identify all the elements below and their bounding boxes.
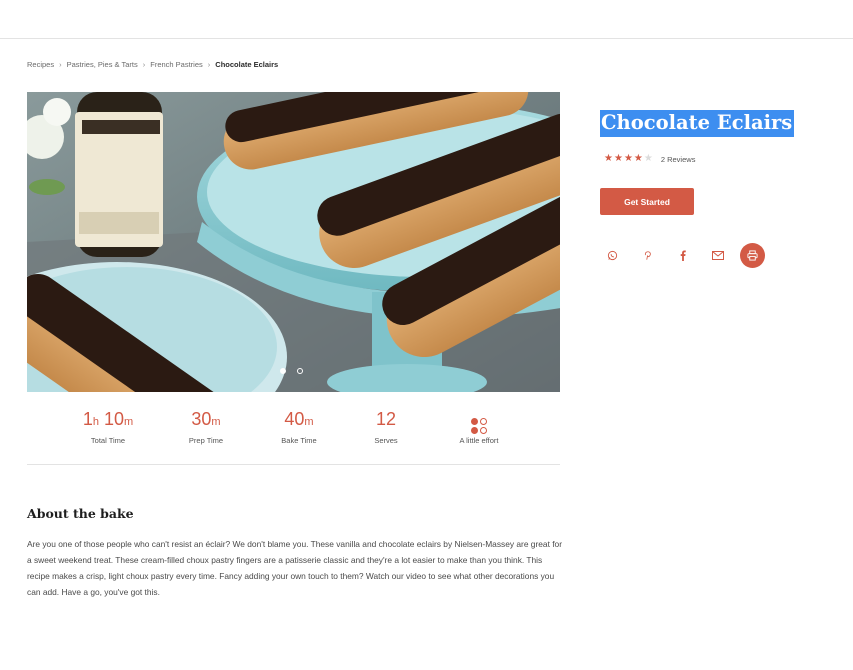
facebook-icon[interactable]: [670, 243, 695, 268]
breadcrumb: Recipes › Pastries, Pies & Tarts › Frenc…: [27, 60, 278, 69]
stat-bake-time-label: Bake Time: [281, 436, 317, 445]
star-icon: ★: [604, 153, 613, 164]
stat-total-time-label: Total Time: [90, 436, 126, 445]
about-heading: About the bake: [27, 506, 134, 521]
share-bar: [600, 243, 775, 268]
stat-prep-time: 30m Prep Time: [161, 408, 251, 445]
email-icon[interactable]: [705, 243, 730, 268]
stat-serves-value: 12: [375, 409, 397, 429]
breadcrumb-separator: ›: [142, 60, 146, 69]
top-navigation-bar: [0, 0, 853, 39]
rating[interactable]: ★ ★ ★ ★ ★ 2 Reviews: [604, 154, 695, 164]
effort-level-icon: [471, 418, 487, 434]
stat-total-time: 1h 10m Total Time: [63, 408, 153, 445]
breadcrumb-pastries-link[interactable]: Pastries, Pies & Tarts: [67, 60, 138, 69]
get-started-button[interactable]: Get Started: [600, 188, 694, 215]
star-empty-icon: ★: [643, 153, 653, 164]
stat-bake-time: 40m Bake Time: [254, 408, 344, 445]
recipe-photo: [27, 92, 560, 392]
breadcrumb-current: Chocolate Eclairs: [215, 60, 279, 69]
breadcrumb-french-pastries-link[interactable]: French Pastries: [150, 60, 203, 69]
stat-bake-time-value: 40m: [284, 409, 314, 429]
stat-serves-label: Serves: [374, 436, 398, 445]
stat-prep-time-value: 30m: [191, 409, 221, 429]
carousel-dot-1[interactable]: [280, 368, 286, 374]
recipe-hero-carousel[interactable]: [27, 92, 560, 392]
recipe-title: Chocolate Eclairs: [600, 110, 795, 137]
breadcrumb-separator: ›: [207, 60, 211, 69]
star-icon: ★: [633, 153, 643, 164]
whatsapp-icon[interactable]: [600, 243, 625, 268]
star-icon: ★: [623, 153, 633, 164]
breadcrumb-separator: ›: [59, 60, 62, 69]
stat-serves: 12 Serves: [341, 408, 431, 445]
breadcrumb-recipes-link[interactable]: Recipes: [27, 60, 54, 69]
stat-effort: A little effort: [434, 408, 524, 445]
star-icon: ★: [613, 153, 623, 164]
pinterest-icon[interactable]: [635, 243, 660, 268]
reviews-count-link[interactable]: 2 Reviews: [661, 155, 696, 164]
recipe-stats: 1h 10m Total Time 30m Prep Time 40m Bake…: [27, 408, 560, 448]
stat-total-time-value: 1h 10m: [82, 409, 134, 429]
stat-effort-label: A little effort: [459, 436, 499, 445]
about-description: Are you one of those people who can't re…: [27, 539, 562, 597]
stat-prep-time-label: Prep Time: [188, 436, 224, 445]
print-icon[interactable]: [740, 243, 765, 268]
carousel-indicators: [280, 368, 303, 374]
section-divider: [27, 464, 560, 465]
carousel-dot-2[interactable]: [297, 368, 303, 374]
